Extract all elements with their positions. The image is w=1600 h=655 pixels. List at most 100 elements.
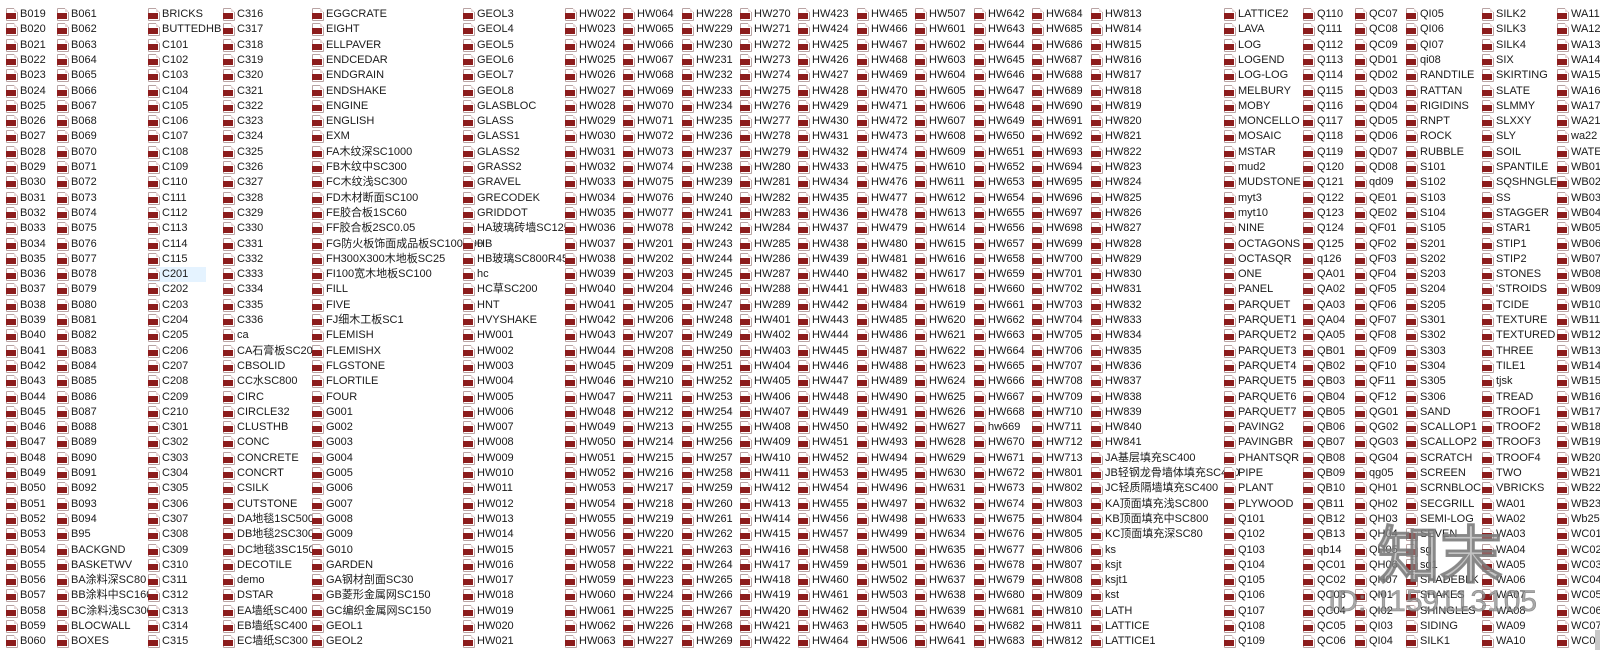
file-item[interactable]: B035 xyxy=(6,252,46,267)
file-item[interactable]: HW412 xyxy=(740,481,791,496)
file-item[interactable]: WB08 xyxy=(1557,267,1600,282)
file-item[interactable]: SILK1 xyxy=(1406,634,1450,649)
file-item[interactable]: SAND xyxy=(1406,405,1451,420)
file-item[interactable]: S305 xyxy=(1406,374,1446,389)
file-item[interactable]: q126 xyxy=(1303,252,1341,267)
file-item[interactable]: C111 xyxy=(148,191,187,206)
file-item[interactable]: Q103 xyxy=(1224,543,1265,558)
file-item[interactable]: GEOL1 xyxy=(312,619,363,634)
file-item[interactable]: HW645 xyxy=(974,53,1025,68)
file-item[interactable]: HW413 xyxy=(740,497,791,512)
file-item[interactable]: C317 xyxy=(223,22,263,37)
file-item[interactable]: Q101 xyxy=(1224,512,1265,527)
file-item[interactable]: SIX xyxy=(1482,53,1514,68)
file-item[interactable]: HW015 xyxy=(463,543,514,558)
file-item[interactable]: HW460 xyxy=(798,573,849,588)
file-item[interactable]: HW471 xyxy=(857,99,908,114)
file-item[interactable]: GRIDDOT xyxy=(463,206,528,221)
file-item[interactable]: HW470 xyxy=(857,84,908,99)
file-item[interactable]: HW497 xyxy=(857,497,908,512)
file-item[interactable]: QE02 xyxy=(1355,206,1397,221)
file-item[interactable]: EIGHT xyxy=(312,22,360,37)
file-item[interactable]: HW408 xyxy=(740,420,791,435)
file-item[interactable]: WA04 xyxy=(1482,543,1526,558)
file-item[interactable]: HW603 xyxy=(915,53,966,68)
file-item[interactable]: C113 xyxy=(148,221,187,236)
file-item[interactable]: HW607 xyxy=(915,114,966,129)
file-item[interactable]: HW474 xyxy=(857,145,908,160)
file-item[interactable]: HW281 xyxy=(740,175,791,190)
file-item[interactable]: HW660 xyxy=(974,282,1025,297)
file-item[interactable]: Q115 xyxy=(1303,84,1343,99)
file-item[interactable]: B021 xyxy=(6,38,46,53)
file-item[interactable]: TREAD xyxy=(1482,390,1533,405)
file-item[interactable]: HW813 xyxy=(1091,7,1142,22)
file-item[interactable]: HW622 xyxy=(915,344,966,359)
file-item[interactable]: HW711 xyxy=(1032,420,1082,435)
file-item[interactable]: WC04 xyxy=(1557,573,1600,588)
file-item[interactable]: HW065 xyxy=(623,22,674,37)
file-item[interactable]: B070 xyxy=(57,145,97,160)
file-item[interactable]: HW634 xyxy=(915,527,966,542)
file-item[interactable]: B076 xyxy=(57,237,97,252)
file-item[interactable]: HW812 xyxy=(1032,634,1083,649)
file-item[interactable]: HW694 xyxy=(1032,160,1083,175)
file-item[interactable]: QB03 xyxy=(1303,374,1345,389)
file-item[interactable]: HW703 xyxy=(1032,298,1083,313)
file-item[interactable]: HW032 xyxy=(565,160,616,175)
file-item[interactable]: C307 xyxy=(148,512,188,527)
file-item[interactable]: OCTAGONS xyxy=(1224,237,1300,252)
file-item[interactable]: HW282 xyxy=(740,191,791,206)
file-item[interactable]: HW018 xyxy=(463,588,514,603)
file-item[interactable]: HW204 xyxy=(623,282,674,297)
file-item[interactable]: GRASS2 xyxy=(463,160,522,175)
file-item[interactable]: HW836 xyxy=(1091,359,1142,374)
file-item[interactable]: C115 xyxy=(148,252,187,267)
file-item[interactable]: HW078 xyxy=(623,221,674,236)
file-item[interactable]: HW209 xyxy=(623,359,674,374)
file-item[interactable]: WA21 xyxy=(1557,114,1600,129)
file-item[interactable]: HW423 xyxy=(798,7,849,22)
file-item[interactable]: HW037 xyxy=(565,237,616,252)
file-item[interactable]: qd09 xyxy=(1355,175,1393,190)
file-item[interactable]: B041 xyxy=(6,344,46,359)
file-item[interactable]: KA顶面填充浅SC800 xyxy=(1091,497,1208,512)
file-item[interactable]: HW833 xyxy=(1091,313,1142,328)
file-item[interactable]: HW055 xyxy=(565,512,616,527)
file-item[interactable]: GLASS xyxy=(463,114,514,129)
file-item[interactable]: C316 xyxy=(223,7,263,22)
file-item[interactable]: QB12 xyxy=(1303,512,1345,527)
file-item[interactable]: C323 xyxy=(223,114,263,129)
file-item[interactable]: HW612 xyxy=(915,191,966,206)
file-item[interactable]: PARQUET4 xyxy=(1224,359,1296,374)
file-item[interactable]: CONC xyxy=(223,435,269,450)
file-item[interactable]: LATH xyxy=(1091,604,1132,619)
file-item[interactable]: C208 xyxy=(148,374,188,389)
file-item[interactable]: HW635 xyxy=(915,543,966,558)
file-item[interactable]: HW205 xyxy=(623,298,674,313)
file-item[interactable]: S304 xyxy=(1406,359,1446,374)
file-item[interactable]: B046 xyxy=(6,420,46,435)
file-item[interactable]: HW077 xyxy=(623,206,674,221)
file-item[interactable]: HW254 xyxy=(682,405,733,420)
file-item[interactable]: HW823 xyxy=(1091,160,1142,175)
file-item[interactable]: B074 xyxy=(57,206,97,221)
file-item[interactable]: DC地毯3SC150 xyxy=(223,543,315,558)
file-item[interactable]: CA石膏板SC20 xyxy=(223,344,313,359)
file-item[interactable]: C104 xyxy=(148,84,188,99)
file-item[interactable]: wa22 xyxy=(1557,129,1597,144)
file-item[interactable]: C309 xyxy=(148,543,188,558)
file-item[interactable]: SOIL xyxy=(1482,145,1521,160)
file-item[interactable]: HW053 xyxy=(565,481,616,496)
file-item[interactable]: Q123 xyxy=(1303,206,1344,221)
file-item[interactable]: ELLPAVER xyxy=(312,38,381,53)
file-item[interactable]: B092 xyxy=(57,481,97,496)
file-item[interactable]: HW237 xyxy=(682,145,733,160)
file-item[interactable]: S205 xyxy=(1406,298,1446,313)
file-item[interactable]: HW827 xyxy=(1091,221,1142,236)
file-item[interactable]: MSTAR xyxy=(1224,145,1276,160)
file-item[interactable]: CC水SC800 xyxy=(223,374,298,389)
file-item[interactable]: B039 xyxy=(6,313,46,328)
file-item[interactable]: HW487 xyxy=(857,344,908,359)
file-item[interactable]: HW462 xyxy=(798,604,849,619)
